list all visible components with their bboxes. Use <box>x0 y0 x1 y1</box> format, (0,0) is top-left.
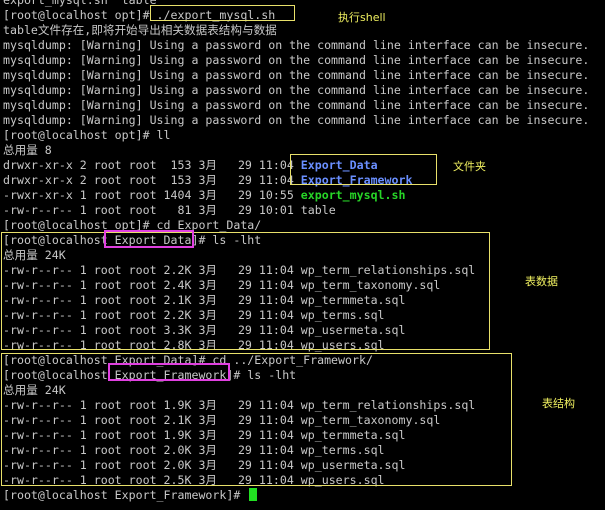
terminal-text: [root@localhost Export_Framework]# <box>3 488 248 502</box>
terminal-text: -rw-r--r-- 1 root root 2.8K 3月 29 11:04 … <box>3 338 385 352</box>
terminal-line: mysqldump: [Warning] Using a password on… <box>3 83 589 98</box>
terminal-text: -rw-r--r-- 1 root root 2.0K 3月 29 11:04 … <box>3 458 406 472</box>
terminal-text: -rw-r--r-- 1 root root 81 3月 29 10:01 ta… <box>3 203 336 217</box>
terminal-text: -rw-r--r-- 1 root root 2.2K 3月 29 11:04 … <box>3 308 385 322</box>
terminal-text: [root@localhost opt]# ll <box>3 128 171 142</box>
terminal-text: [root@localhost opt]# ./export_mysql.sh <box>3 8 276 22</box>
terminal-line: mysqldump: [Warning] Using a password on… <box>3 68 589 83</box>
terminal-line: -rw-r--r-- 1 root root 2.8K 3月 29 11:04 … <box>3 338 385 353</box>
directory-name: Export_Framework <box>300 173 413 187</box>
terminal-text: [root@localhost Export_Data]# ls -lht <box>3 233 262 247</box>
terminal-line: [root@localhost Export_Framework]# ls -l… <box>3 368 296 383</box>
terminal-line: [root@localhost opt]# cd Export_Data/ <box>3 218 261 233</box>
terminal-text: -rw-r--r-- 1 root root 1.9K 3月 29 11:04 … <box>3 398 476 412</box>
terminal-line: -rwxr-xr-x 1 root root 1404 3月 29 10:55 … <box>3 188 405 203</box>
terminal-text: -rw-r--r-- 1 root root 1.9K 3月 29 11:04 … <box>3 428 406 442</box>
terminal-line: drwxr-xr-x 2 root root 153 3月 29 11:04 E… <box>3 173 412 188</box>
terminal-text: export_mysql.sh table <box>3 0 157 7</box>
terminal-window[interactable]: export_mysql.sh table [root@localhost opt… <box>0 0 605 510</box>
terminal-line: -rw-r--r-- 1 root root 2.5K 3月 29 11:04 … <box>3 473 385 488</box>
terminal-text: mysqldump: [Warning] Using a password on… <box>3 98 590 112</box>
terminal-text: -rw-r--r-- 1 root root 2.4K 3月 29 11:04 … <box>3 278 441 292</box>
terminal-line: 总用量 24K <box>3 248 66 263</box>
annotation-table-structure: 表结构 <box>542 397 575 410</box>
terminal-line: [root@localhost Export_Framework]# <box>3 488 258 503</box>
terminal-line: [root@localhost Export_Data]# ls -lht <box>3 233 261 248</box>
terminal-line: export_mysql.sh table <box>3 0 157 8</box>
terminal-line: -rw-r--r-- 1 root root 2.2K 3月 29 11:04 … <box>3 308 385 323</box>
terminal-text: [root@localhost opt]# cd Export_Data/ <box>3 218 262 232</box>
terminal-text: mysqldump: [Warning] Using a password on… <box>3 38 590 52</box>
terminal-line: [root@localhost opt]# ll <box>3 128 171 143</box>
terminal-line: 总用量 8 <box>3 143 52 158</box>
terminal-line: -rw-r--r-- 1 root root 2.2K 3月 29 11:04 … <box>3 263 475 278</box>
terminal-line: [root@localhost Export_Data]# cd ../Expo… <box>3 353 373 368</box>
terminal-text: -rw-r--r-- 1 root root 2.0K 3月 29 11:04 … <box>3 443 385 457</box>
terminal-line: -rw-r--r-- 1 root root 1.9K 3月 29 11:04 … <box>3 398 475 413</box>
terminal-text: table文件存在,即将开始导出相关数据表结构与数据 <box>3 23 277 37</box>
terminal-line: -rw-r--r-- 1 root root 81 3月 29 10:01 ta… <box>3 203 336 218</box>
terminal-line: mysqldump: [Warning] Using a password on… <box>3 113 589 128</box>
terminal-text: 总用量 8 <box>3 143 52 157</box>
terminal-text: 总用量 24K <box>3 383 66 397</box>
terminal-line: -rw-r--r-- 1 root root 1.9K 3月 29 11:04 … <box>3 428 405 443</box>
terminal-line: -rw-r--r-- 1 root root 2.0K 3月 29 11:04 … <box>3 443 385 458</box>
terminal-text: -rw-r--r-- 1 root root 2.1K 3月 29 11:04 … <box>3 293 406 307</box>
terminal-text: mysqldump: [Warning] Using a password on… <box>3 113 590 127</box>
terminal-line: table文件存在,即将开始导出相关数据表结构与数据 <box>3 23 277 38</box>
terminal-text: -rw-r--r-- 1 root root 2.2K 3月 29 11:04 … <box>3 263 476 277</box>
terminal-text: [root@localhost Export_Framework]# ls -l… <box>3 368 297 382</box>
terminal-text: -rwxr-xr-x 1 root root 1404 3月 29 10:55 <box>3 188 301 202</box>
executable-name: export_mysql.sh <box>300 188 406 202</box>
annotation-run-shell: 执行shell <box>338 11 386 24</box>
terminal-text: 总用量 24K <box>3 248 66 262</box>
terminal-cursor <box>249 488 258 501</box>
terminal-text: mysqldump: [Warning] Using a password on… <box>3 53 590 67</box>
annotation-folders: 文件夹 <box>453 160 486 173</box>
terminal-text: drwxr-xr-x 2 root root 153 3月 29 11:04 <box>3 173 301 187</box>
terminal-line: mysqldump: [Warning] Using a password on… <box>3 38 589 53</box>
terminal-line: -rw-r--r-- 1 root root 2.4K 3月 29 11:04 … <box>3 278 440 293</box>
terminal-line: mysqldump: [Warning] Using a password on… <box>3 53 589 68</box>
terminal-line: 总用量 24K <box>3 383 66 398</box>
terminal-text: -rw-r--r-- 1 root root 2.1K 3月 29 11:04 … <box>3 413 441 427</box>
terminal-line: -rw-r--r-- 1 root root 2.1K 3月 29 11:04 … <box>3 293 405 308</box>
terminal-line: drwxr-xr-x 2 root root 153 3月 29 11:04 E… <box>3 158 378 173</box>
terminal-line: mysqldump: [Warning] Using a password on… <box>3 98 589 113</box>
terminal-text: -rw-r--r-- 1 root root 3.3K 3月 29 11:04 … <box>3 323 406 337</box>
terminal-line: [root@localhost opt]# ./export_mysql.sh <box>3 8 275 23</box>
directory-name: Export_Data <box>300 158 378 172</box>
terminal-text: mysqldump: [Warning] Using a password on… <box>3 83 590 97</box>
terminal-line: -rw-r--r-- 1 root root 2.0K 3月 29 11:04 … <box>3 458 405 473</box>
terminal-line: -rw-r--r-- 1 root root 3.3K 3月 29 11:04 … <box>3 323 405 338</box>
terminal-text: drwxr-xr-x 2 root root 153 3月 29 11:04 <box>3 158 301 172</box>
terminal-text: -rw-r--r-- 1 root root 2.5K 3月 29 11:04 … <box>3 473 385 487</box>
annotation-table-data: 表数据 <box>525 275 558 288</box>
terminal-text: [root@localhost Export_Data]# cd ../Expo… <box>3 353 373 367</box>
terminal-text: mysqldump: [Warning] Using a password on… <box>3 68 590 82</box>
terminal-line: -rw-r--r-- 1 root root 2.1K 3月 29 11:04 … <box>3 413 440 428</box>
